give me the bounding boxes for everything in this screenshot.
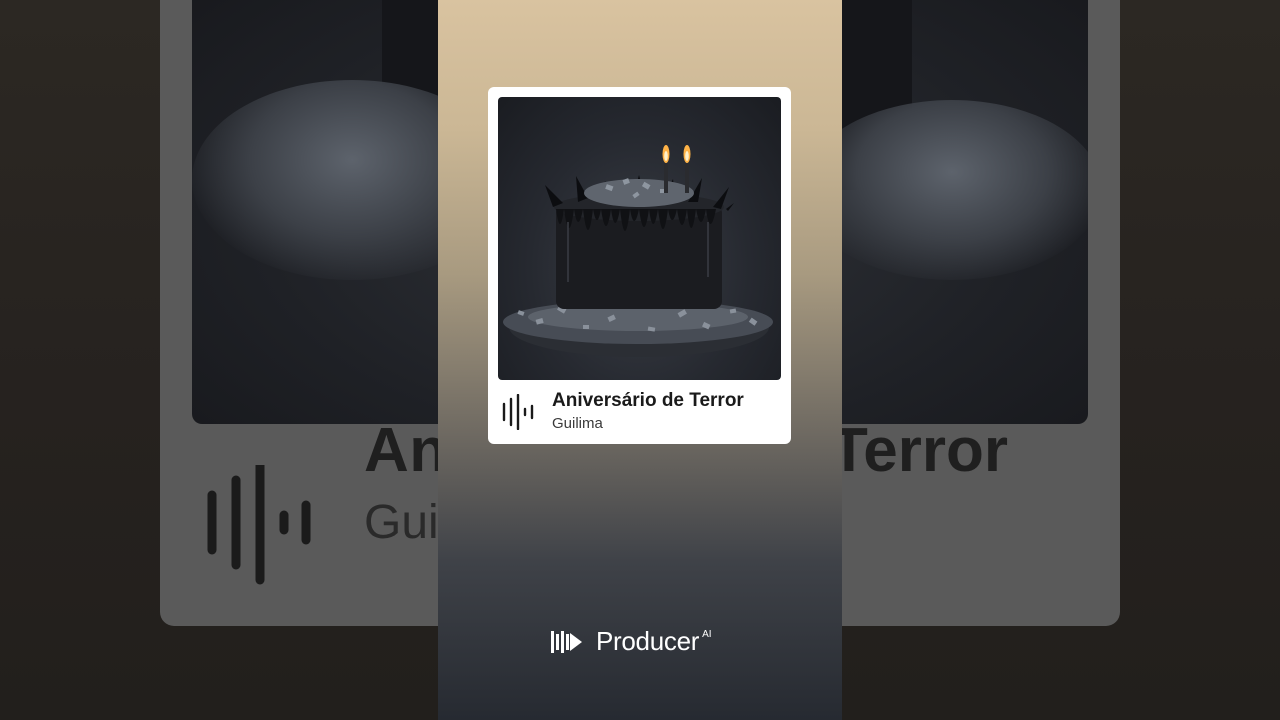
background-artist-fragment: Gui bbox=[364, 496, 439, 549]
background-waveform-icon bbox=[207, 465, 311, 585]
track-title: Aniversário de Terror bbox=[552, 390, 744, 411]
black-birthday-cake-icon bbox=[503, 145, 773, 357]
background-title-fragment-right: Terror bbox=[830, 416, 1009, 485]
producer-logo-icon bbox=[551, 631, 582, 653]
video-panel: Aniversário de Terror Guilima Producer A… bbox=[438, 0, 842, 720]
track-artist: Guilima bbox=[552, 415, 603, 432]
waveform-icon bbox=[502, 394, 534, 430]
background-rubble-right bbox=[802, 100, 1088, 280]
brand-name: Producer bbox=[596, 626, 700, 656]
track-card[interactable]: Aniversário de Terror Guilima bbox=[488, 87, 791, 444]
cover-art bbox=[498, 97, 781, 380]
producer-brand: Producer AI bbox=[551, 627, 712, 655]
background-title-fragment: An bbox=[364, 416, 448, 485]
brand-suffix: AI bbox=[702, 629, 712, 640]
